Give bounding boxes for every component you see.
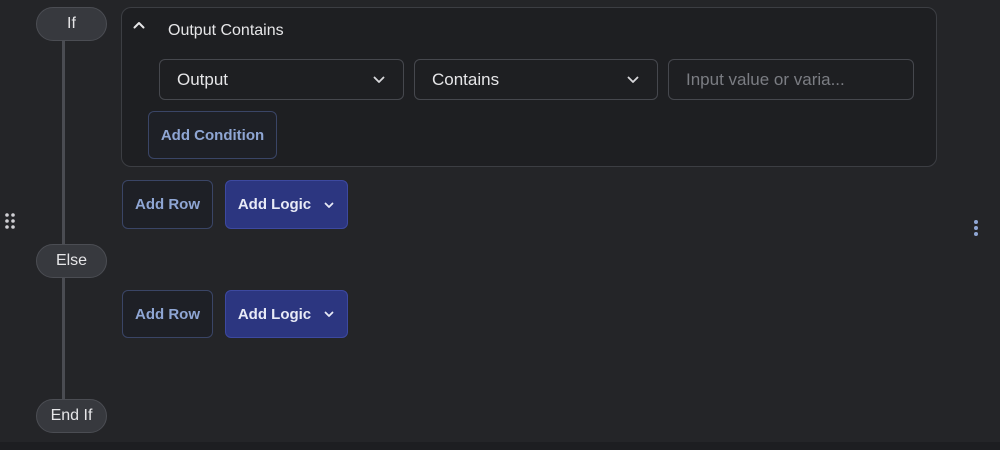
add-condition-button[interactable]: Add Condition <box>148 111 277 159</box>
collapse-button[interactable] <box>131 17 147 33</box>
drag-handle-icon[interactable] <box>4 211 16 231</box>
more-options-button[interactable] <box>968 218 984 242</box>
operator-select-value: Contains <box>432 69 500 89</box>
operator-select[interactable]: Contains <box>414 59 658 100</box>
add-logic-label: Add Logic <box>237 196 312 213</box>
bottom-divider <box>0 442 1000 450</box>
else-node: Else <box>36 244 107 278</box>
chevron-down-icon <box>324 311 334 317</box>
chevron-up-icon <box>133 22 145 29</box>
condition-title: Output Contains <box>168 22 284 39</box>
field-select[interactable]: Output <box>159 59 404 100</box>
else-add-row-button[interactable]: Add Row <box>122 290 213 338</box>
add-logic-label: Add Logic <box>237 305 312 323</box>
chevron-down-icon <box>324 202 334 208</box>
if-add-logic-button[interactable]: Add Logic <box>225 180 348 229</box>
more-vertical-icon <box>974 220 978 236</box>
end-if-node: End If <box>36 399 107 433</box>
else-add-logic-button[interactable]: Add Logic <box>225 290 348 338</box>
flow-connector-line <box>62 28 65 406</box>
condition-value-input[interactable] <box>668 59 914 100</box>
field-select-value: Output <box>177 69 229 89</box>
chevron-down-icon <box>373 76 385 83</box>
if-node: If <box>36 7 107 41</box>
logic-block-editor: If Else End If Output Contains Output Co… <box>0 0 1000 450</box>
if-add-row-button[interactable]: Add Row <box>122 180 213 229</box>
chevron-down-icon <box>627 76 639 83</box>
